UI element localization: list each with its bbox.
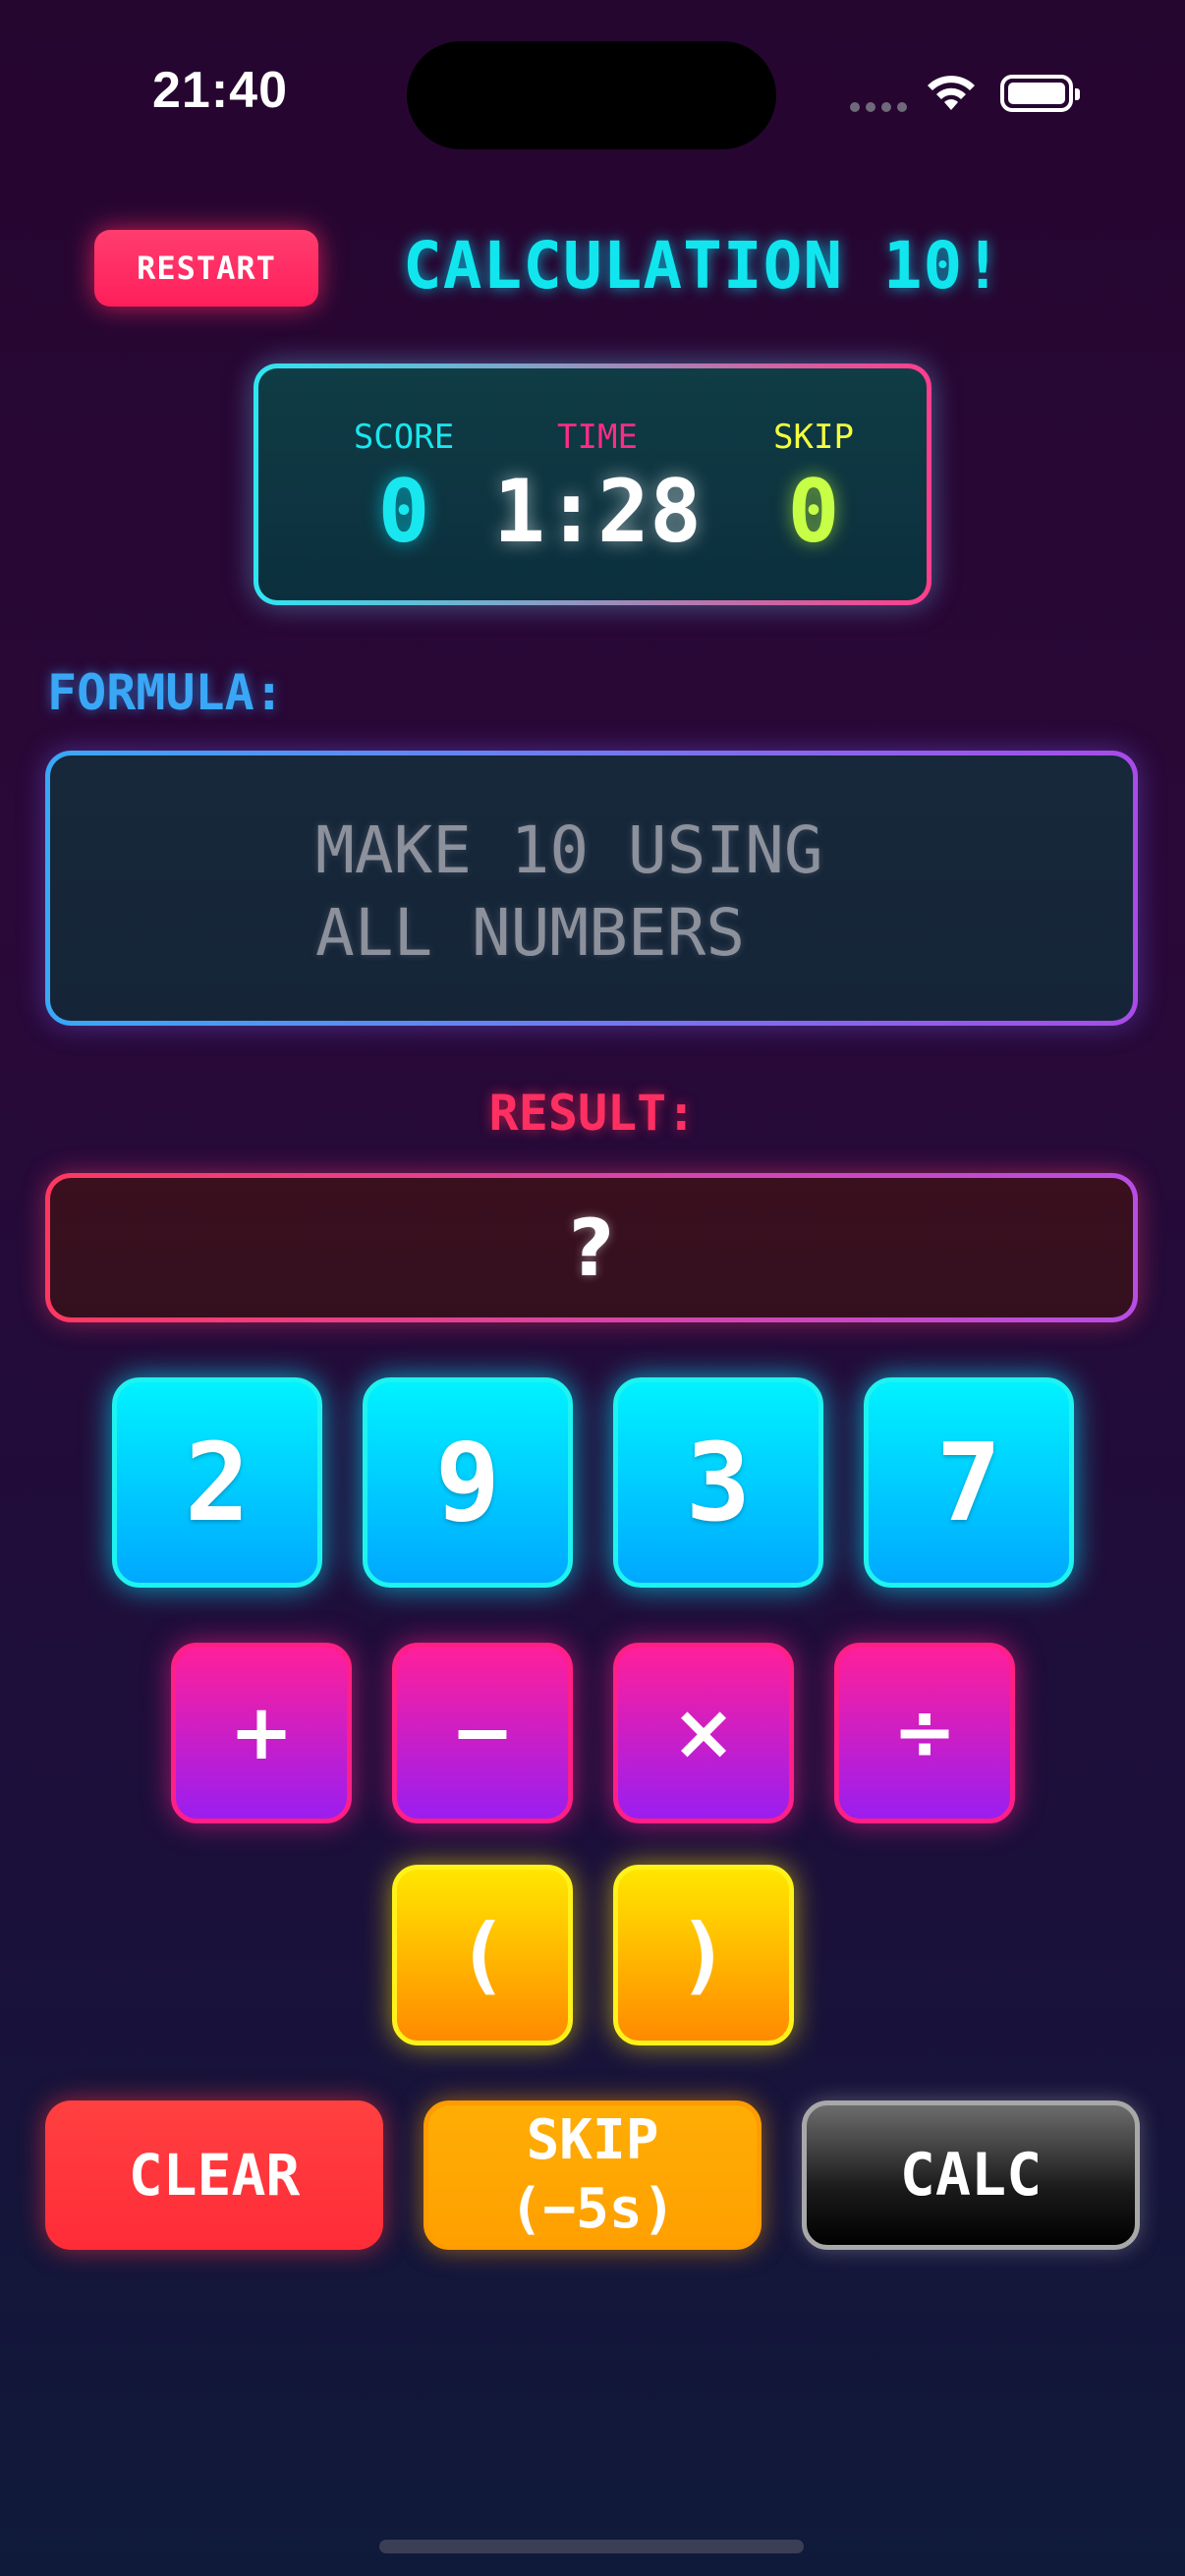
time-stat: TIME 1:28 [480,418,715,555]
score-value: 0 [377,461,430,562]
formula-label: FORMULA: [47,664,284,721]
result-display: ? [45,1173,1138,1322]
result-value: ? [568,1202,615,1294]
score-stat: SCORE 0 [306,418,502,555]
plus-button[interactable]: + [171,1643,352,1823]
clear-button[interactable]: CLEAR [45,2100,383,2250]
result-label: RESULT: [488,1085,697,1142]
formula-placeholder: MAKE 10 USING ALL NUMBERS [315,810,905,975]
scoreboard: SCORE 0 TIME 1:28 SKIP 0 [254,364,931,605]
skip-button-penalty: (−5s) [509,2177,676,2241]
wifi-icon [928,76,975,110]
number-tile[interactable]: 7 [864,1377,1074,1588]
dynamic-island [407,41,776,149]
number-tile[interactable]: 9 [363,1377,573,1588]
score-label: SCORE [353,418,455,457]
skip-button[interactable]: SKIP (−5s) [423,2100,762,2250]
skip-value: 0 [787,461,840,562]
formula-placeholder-line1: MAKE 10 USING [315,812,823,888]
number-tile[interactable]: 2 [112,1377,322,1588]
multiply-button[interactable]: × [613,1643,794,1823]
restart-button[interactable]: RESTART [94,230,318,307]
open-paren-button[interactable]: ( [392,1865,573,2045]
formula-placeholder-line2: ALL NUMBERS [315,895,746,971]
cellular-signal-icon [850,102,907,112]
time-label: TIME [557,418,638,457]
formula-display: MAKE 10 USING ALL NUMBERS [45,751,1138,1026]
battery-icon [1000,75,1080,112]
time-value: 1:28 [493,461,702,562]
number-tile[interactable]: 3 [613,1377,823,1588]
skip-label: SKIP [773,418,854,457]
minus-button[interactable]: − [392,1643,573,1823]
divide-button[interactable]: ÷ [834,1643,1015,1823]
calc-button[interactable]: CALC [802,2100,1140,2250]
status-time: 21:40 [152,62,288,119]
close-paren-button[interactable]: ) [613,1865,794,2045]
skip-button-label: SKIP [526,2108,659,2172]
skip-stat: SKIP 0 [740,418,887,555]
app-title: CALCULATION 10! [403,228,1004,304]
home-indicator[interactable] [379,2540,804,2553]
